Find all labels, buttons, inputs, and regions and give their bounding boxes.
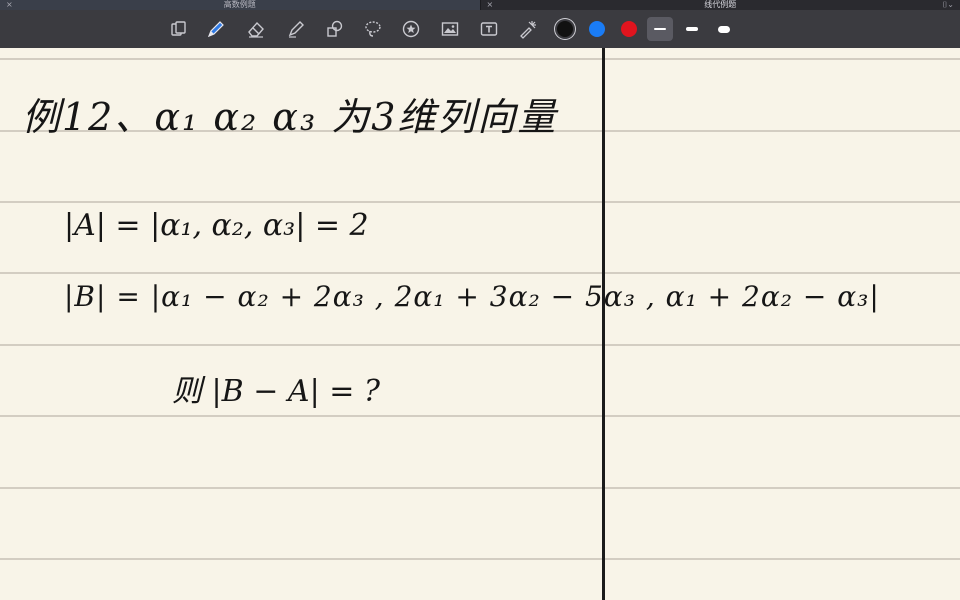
lasso-icon[interactable] <box>360 16 386 42</box>
highlighter-icon[interactable] <box>283 16 309 42</box>
shapes-icon[interactable] <box>322 16 348 42</box>
tab-close-button[interactable]: × <box>6 0 13 10</box>
ruled-line <box>0 415 960 417</box>
tab-menu-icon[interactable]: ⌷⌄ <box>942 0 954 10</box>
tab-title: 高数例题 <box>223 0 256 9</box>
ruled-line <box>0 201 960 203</box>
tab-xiandai[interactable]: × 线代例题 ⌷⌄ <box>480 0 960 10</box>
ruled-line <box>0 58 960 60</box>
color-swatch-red[interactable] <box>621 21 637 37</box>
handwritten-question: 则 |B − A| = ? <box>172 374 380 409</box>
tab-title: 线代例题 <box>704 0 737 9</box>
handwritten-determinant-b: |B| = |α₁ − α₂ + 2α₃ , 2α₁ + 3α₂ − 5α₃ ,… <box>64 280 880 313</box>
handwritten-problem-title: 例12、α₁ α₂ α₃ 为3维列向量 <box>22 95 558 139</box>
ruled-line <box>0 344 960 346</box>
image-icon[interactable] <box>437 16 463 42</box>
ruled-line <box>0 558 960 560</box>
pen-icon[interactable] <box>203 16 229 42</box>
text-icon[interactable] <box>476 16 502 42</box>
ruled-line <box>0 487 960 489</box>
read-only-icon[interactable] <box>166 16 192 42</box>
color-swatch-black[interactable] <box>557 21 573 37</box>
note-page[interactable]: 例12、α₁ α₂ α₃ 为3维列向量 |A| = |α₁, α₂, α₃| =… <box>0 48 960 600</box>
tab-gaoshu[interactable]: × 高数例题 <box>0 0 481 10</box>
ruled-line <box>0 272 960 274</box>
toolbar <box>0 10 960 48</box>
color-swatch-blue[interactable] <box>589 21 605 37</box>
handwritten-divider-line <box>602 48 605 600</box>
laser-pointer-icon[interactable] <box>515 16 541 42</box>
stroke-width-thick[interactable] <box>711 17 737 41</box>
stroke-width-medium[interactable] <box>679 17 705 41</box>
stroke-width-thin[interactable] <box>647 17 673 41</box>
sticker-icon[interactable] <box>398 16 424 42</box>
eraser-icon[interactable] <box>243 16 269 42</box>
tab-bar: × 高数例题 × 线代例题 ⌷⌄ <box>0 0 960 10</box>
handwritten-determinant-a: |A| = |α₁, α₂, α₃| = 2 <box>64 208 369 243</box>
tab-close-button[interactable]: × <box>487 0 494 10</box>
